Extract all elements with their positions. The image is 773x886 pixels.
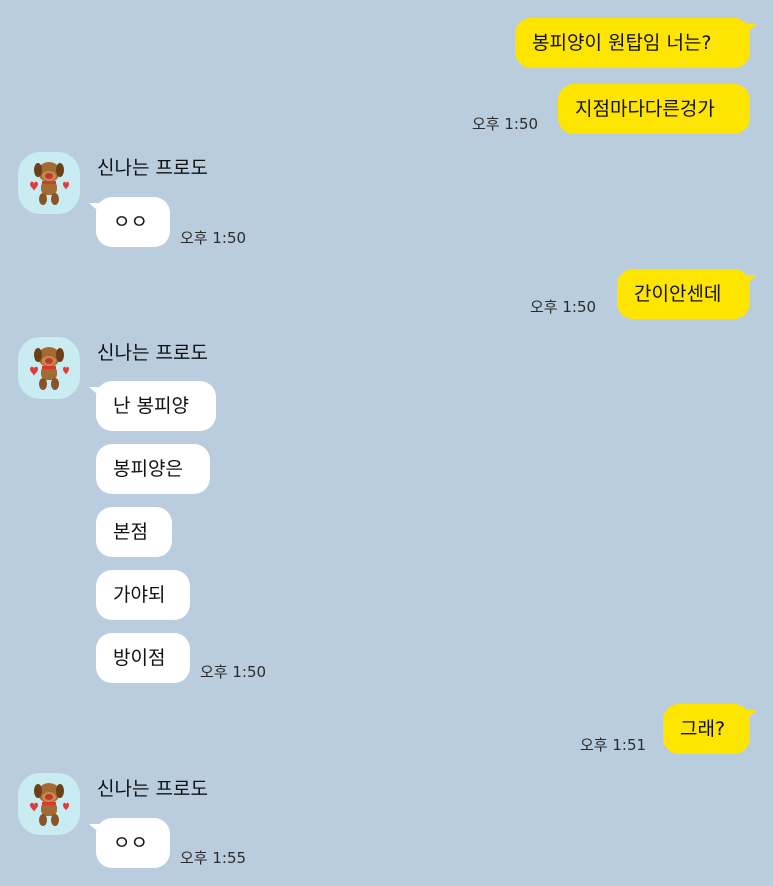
their-message-bubble[interactable]: 난 봉피양 [89,381,216,431]
their-message-bubble[interactable]: 방이점 [96,633,190,683]
their-message-bubble[interactable]: 가야되 [96,570,190,620]
message-timestamp: 오후 1:55 [180,849,247,867]
my-message-bubble[interactable]: 간이안센데 [617,269,757,319]
their-message-bubble[interactable]: 본점 [96,507,172,557]
avatar[interactable] [18,773,80,835]
my-message-bubble[interactable]: 그래? [663,704,757,754]
message-timestamp: 오후 1:50 [472,115,539,133]
their-message-bubble[interactable]: 봉피양은 [96,444,210,494]
my-message-bubble[interactable]: 봉피양이 원탑임 너는? [515,18,757,68]
avatar[interactable] [18,152,80,214]
sender-name: 신나는 프로도 [97,778,208,800]
message-timestamp: 오후 1:50 [180,229,247,247]
my-message-bubble[interactable]: 지점마다다른겅가 [558,84,750,134]
their-message-bubble[interactable]: ㅇㅇ [89,197,170,247]
message-timestamp: 오후 1:50 [530,298,597,316]
frodo-dog-character-icon [30,783,69,826]
frodo-dog-character-icon [30,347,69,390]
sender-name: 신나는 프로도 [97,342,208,364]
message-timestamp: 오후 1:50 [200,663,267,681]
avatar[interactable] [18,337,80,399]
message-timestamp: 오후 1:51 [580,736,647,754]
their-message-bubble[interactable]: ㅇㅇ [89,818,170,868]
sender-name: 신나는 프로도 [97,157,208,179]
frodo-dog-character-icon [30,162,69,205]
